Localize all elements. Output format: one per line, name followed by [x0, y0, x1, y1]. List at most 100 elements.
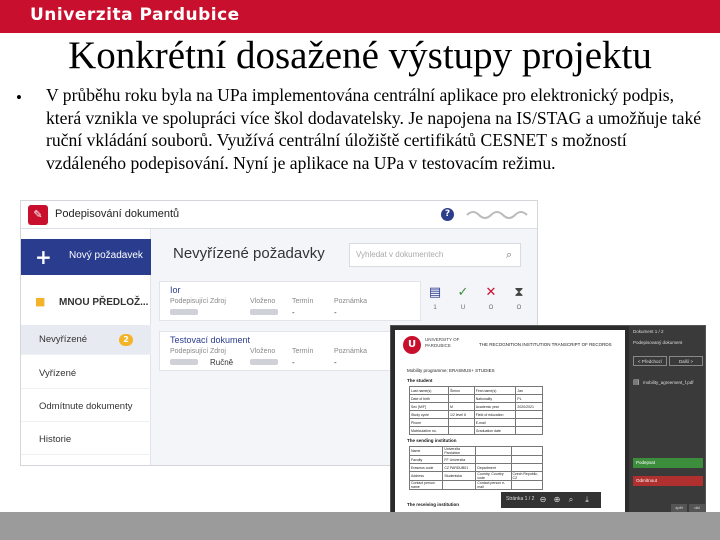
table-row: Matriculation no. Graduation date — [409, 426, 543, 435]
table-row: Study cycle 1/2 level 6 Field of education — [409, 410, 543, 419]
attached-file[interactable]: ▤ mobility_agreement_f.pdf — [633, 378, 703, 388]
table-cell: Study cycle — [409, 410, 449, 419]
table-cell: M — [447, 402, 475, 411]
table-cell: Nationality — [473, 394, 517, 403]
table-row: Date of birth Nationality PL — [409, 394, 543, 403]
table-cell: FF Univerzita — [442, 455, 477, 464]
app-sidebar: + Nový požadavek ■ MNOU PŘEDLOŽ... Nevyř… — [21, 229, 151, 465]
zoom-in-icon[interactable]: ⊕ — [551, 494, 563, 506]
sidebar-item-label: Odmítnute dokumenty — [39, 401, 133, 412]
sending-table: Name Univerzita Pardubice Faculty FF Univer… — [408, 446, 543, 490]
column-inserted: Vloženo — [250, 298, 276, 305]
back-button[interactable]: zpět — [671, 504, 687, 512]
sidebar-item-label: Historie — [39, 434, 72, 445]
table-row: Address Studentská Country, Country code Cz… — [408, 471, 543, 481]
sidebar-item-done[interactable]: Vyřízené — [21, 359, 151, 389]
action-label: O — [516, 305, 522, 311]
table-cell — [510, 480, 543, 490]
table-cell — [510, 446, 543, 456]
table-cell: Univerzita Pardubice — [442, 446, 477, 456]
table-cell: Department — [475, 463, 512, 472]
note-value: - — [334, 358, 337, 367]
university-logo-icon: U — [403, 336, 421, 354]
request-title[interactable]: Ior — [170, 285, 181, 295]
table-cell — [510, 463, 543, 472]
table-cell: Faculty — [408, 455, 444, 464]
page-indicator: Stránka 1 / 2 — [506, 496, 535, 502]
request-actions: ▤ 1 ✓ U ✕ O ⧗ O — [423, 283, 533, 321]
bullet-marker: • — [16, 88, 22, 107]
table-row: Last name(s) Šimon First name(s) Jan — [409, 386, 543, 395]
download-icon[interactable]: ⤓ — [581, 494, 593, 506]
request-title[interactable]: Testovací dokument — [170, 335, 250, 345]
document-section-sending: The sending institution — [407, 438, 457, 443]
request-card[interactable]: Ior Podepisující Zdroj Vloženo Termín Po… — [159, 281, 421, 321]
table-cell — [447, 418, 475, 427]
table-row: Sex [M/F] M Academic year 2020/2021 — [409, 402, 543, 411]
page-heading: Nevyřízené požadavky — [173, 245, 325, 262]
search-placeholder: Vyhledat v dokumentech — [356, 250, 444, 259]
term-value: - — [292, 358, 295, 367]
sidebar-item-label: Nevyřízené — [39, 334, 88, 345]
bullet-text: V průběhu roku byla na UPa implementován… — [46, 85, 702, 173]
zoom-out-icon[interactable]: ⊖ — [537, 494, 549, 506]
file-icon: ▤ — [633, 378, 640, 386]
column-signer: Podepisující — [170, 298, 209, 305]
column-inserted: Vloženo — [250, 348, 276, 355]
sidebar-item-label: Vyřízené — [39, 368, 77, 379]
column-note: Poznámka — [334, 298, 368, 305]
sidebar-item-history[interactable]: Historie — [21, 425, 151, 455]
help-icon[interactable]: ? — [441, 208, 454, 221]
document-section-receiving: The receiving institution — [407, 502, 460, 507]
table-cell — [510, 455, 543, 464]
forward-button[interactable]: dál — [689, 504, 705, 512]
sidebar-item-rejected[interactable]: Odmítnute dokumenty — [21, 392, 151, 422]
document-university: UNIVERSITY OF PARDUBICE — [425, 337, 460, 348]
table-cell: Academic year — [473, 402, 517, 411]
table-cell: First name(s) — [473, 386, 517, 395]
table-cell: Address — [408, 471, 444, 481]
new-request-button[interactable]: + Nový požadavek — [21, 239, 151, 275]
search-input[interactable]: Vyhledat v dokumentech ⌕ — [349, 243, 521, 267]
table-cell: Date of birth — [409, 394, 449, 403]
table-row: Erasmus code CZ PARDUB01 Department — [408, 463, 543, 472]
action-label: U — [460, 305, 466, 311]
sidebar-item-pending[interactable]: Nevyřízené 2 — [21, 325, 151, 355]
viewer-side-panel: Dokument 1 / 2 Podepisovaný dokument < P… — [629, 326, 705, 512]
column-source: Zdroj — [210, 298, 226, 305]
action-label: 1 — [433, 305, 437, 311]
user-name-blurred[interactable] — [465, 207, 529, 221]
fit-icon[interactable]: ⌕ — [565, 494, 577, 506]
folder-icon: ■ — [35, 295, 46, 308]
table-cell: Czech Republic, CZ — [510, 471, 543, 481]
signer-blurred — [170, 359, 198, 365]
next-button[interactable]: Další > — [669, 356, 703, 366]
search-icon[interactable]: ⌕ — [506, 248, 512, 262]
hourglass-icon[interactable]: ⧗ — [507, 285, 531, 300]
sign-button[interactable]: Podepsat — [633, 458, 703, 468]
table-cell — [515, 410, 543, 419]
document-section-student: The student — [407, 378, 433, 383]
table-cell — [475, 455, 512, 464]
table-cell — [515, 426, 543, 435]
file-icon[interactable]: ▤ — [423, 285, 447, 300]
check-icon[interactable]: ✓ — [451, 285, 475, 300]
table-cell: Name — [408, 446, 444, 456]
inserted-blurred — [250, 309, 278, 315]
note-value: - — [334, 308, 337, 317]
document-program: Mobility programme: ERASMUS+ STUDIES — [407, 368, 495, 373]
app-name: Podepisování dokumentů — [55, 208, 180, 220]
table-cell: Contact person name — [408, 480, 444, 490]
source-value: Ručně — [210, 358, 234, 367]
plus-icon: + — [35, 245, 52, 269]
column-term: Termín — [292, 348, 314, 355]
x-icon[interactable]: ✕ — [479, 285, 503, 300]
table-cell — [475, 446, 512, 456]
previous-button[interactable]: < Předchozí — [633, 356, 667, 366]
table-cell: 1/2 level 6 — [447, 410, 475, 419]
table-cell: Studentská — [442, 471, 477, 481]
table-cell — [447, 394, 475, 403]
request-card[interactable]: Testovací dokument Podepisující Zdroj Vl… — [159, 331, 421, 371]
reject-button[interactable]: Odmítnout — [633, 476, 703, 486]
university-banner: Univerzita Pardubice — [0, 0, 720, 33]
